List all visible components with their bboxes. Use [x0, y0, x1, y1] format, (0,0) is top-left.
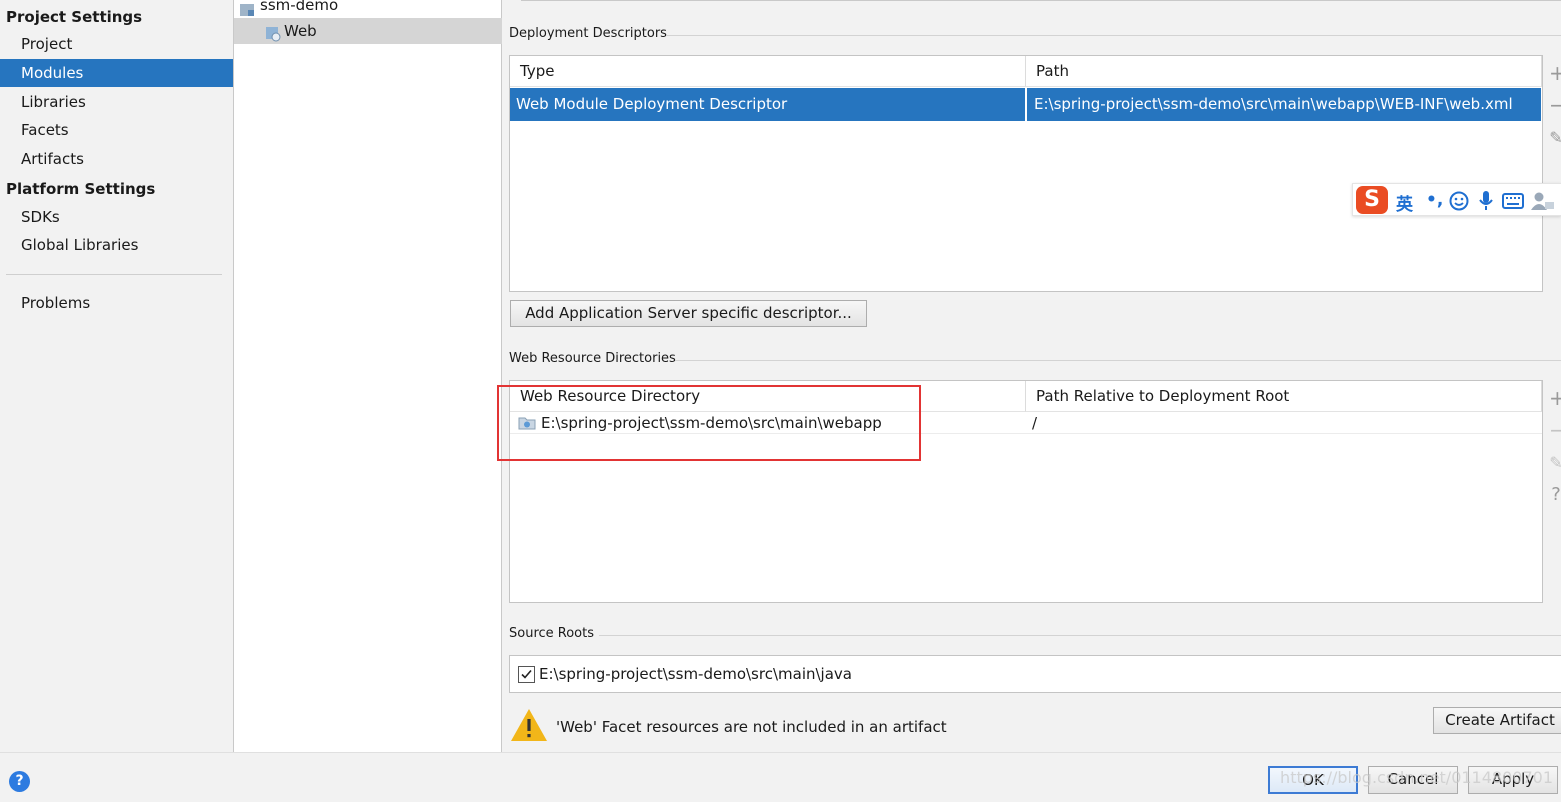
cell-divider [1025, 88, 1027, 121]
sidebar-divider [6, 274, 222, 275]
watermark-text: https://blog.csdn.net/0114800701 [1280, 768, 1553, 787]
top-divider [521, 0, 1561, 1]
group-divider [666, 35, 1561, 36]
microphone-icon[interactable] [1478, 190, 1494, 216]
tree-node-module-label: ssm-demo [260, 0, 339, 14]
check-icon [521, 669, 532, 679]
sidebar-item-project[interactable]: Project [0, 30, 233, 58]
source-roots-list: E:\spring-project\ssm-demo\src\main\java [509, 655, 1561, 693]
column-header-relative-path[interactable]: Path Relative to Deployment Root [1026, 381, 1542, 412]
sogou-logo-icon[interactable]: S [1356, 186, 1388, 214]
keyboard-icon[interactable] [1502, 193, 1524, 213]
tree-node-web-facet[interactable]: Web [234, 18, 502, 44]
warning-icon [510, 708, 548, 746]
help-question-icon[interactable]: ? [1549, 485, 1561, 505]
source-roots-title: Source Roots [509, 626, 595, 641]
deployment-descriptors-title: Deployment Descriptors [509, 26, 667, 41]
sidebar-item-libraries[interactable]: Libraries [0, 88, 233, 116]
tree-node-web-label: Web [284, 22, 317, 40]
web-facet-icon [265, 24, 281, 42]
source-root-path: E:\spring-project\ssm-demo\src\main\java [539, 665, 852, 683]
add-icon[interactable]: + [1549, 63, 1561, 83]
help-icon[interactable]: ? [9, 771, 30, 792]
descriptor-path-cell: E:\spring-project\ssm-demo\src\main\weba… [1034, 95, 1513, 113]
add-server-descriptor-button[interactable]: Add Application Server specific descript… [510, 300, 867, 327]
settings-sidebar: Project Settings Project Modules Librari… [0, 0, 233, 752]
group-divider [599, 635, 1561, 636]
annotation-highlight-box [497, 385, 921, 461]
module-tree: ssm-demo Web [233, 0, 502, 752]
tree-node-module[interactable]: ssm-demo [234, 0, 502, 18]
project-settings-heading: Project Settings [6, 8, 143, 26]
remove-icon[interactable]: − [1549, 95, 1561, 115]
web-resource-directories-title: Web Resource Directories [509, 351, 676, 366]
edit-icon[interactable]: ✎ [1549, 128, 1561, 148]
sidebar-item-global-libraries[interactable]: Global Libraries [0, 231, 233, 259]
sidebar-item-modules[interactable]: Modules [0, 59, 233, 87]
ime-mode-toggle[interactable]: 英 [1396, 190, 1413, 215]
column-header-type[interactable]: Type [510, 56, 1026, 87]
user-icon[interactable] [1531, 191, 1555, 215]
create-artifact-button[interactable]: Create Artifact [1433, 707, 1561, 734]
module-icon [239, 0, 255, 16]
source-root-checkbox[interactable] [518, 666, 535, 683]
ime-punctuation-toggle[interactable]: •, [1426, 190, 1443, 210]
relative-path-cell: / [1032, 414, 1038, 432]
remove-icon[interactable]: − [1549, 420, 1561, 440]
smiley-icon[interactable] [1449, 191, 1469, 215]
descriptor-type-cell: Web Module Deployment Descriptor [516, 95, 788, 113]
group-divider [675, 360, 1561, 361]
platform-settings-heading: Platform Settings [6, 180, 156, 198]
column-header-path[interactable]: Path [1026, 56, 1542, 87]
add-icon[interactable]: + [1549, 388, 1561, 408]
warning-message: 'Web' Facet resources are not included i… [556, 718, 947, 736]
deployment-descriptors-table: Type Path Web Module Deployment Descript… [509, 55, 1543, 292]
sidebar-item-artifacts[interactable]: Artifacts [0, 145, 233, 173]
table-row[interactable]: Web Module Deployment Descriptor E:\spri… [510, 88, 1541, 121]
sidebar-item-sdks[interactable]: SDKs [0, 203, 233, 231]
sidebar-item-problems[interactable]: Problems [0, 289, 233, 317]
sidebar-item-facets[interactable]: Facets [0, 116, 233, 144]
ime-toolbar[interactable]: S 英 •, [1352, 183, 1561, 216]
edit-icon[interactable]: ✎ [1549, 453, 1561, 473]
